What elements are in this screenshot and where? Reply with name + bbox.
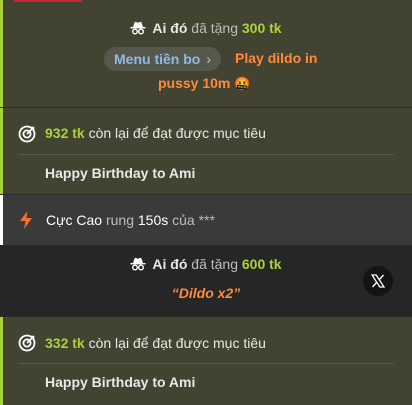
- tip-menu-button[interactable]: Menu tiền bo ›: [104, 47, 221, 71]
- x-logo-icon: [371, 274, 385, 288]
- vibration-line: Cực Cao rung 150s của ***: [46, 212, 215, 228]
- vibration-level: Cực Cao: [46, 212, 103, 228]
- vibration-message: Cực Cao rung 150s của ***: [0, 195, 412, 245]
- tip-header-1: Ai đó đã tặng 300 tk: [0, 20, 412, 38]
- tip-action-line2: pussy 10m: [158, 75, 231, 91]
- accent-bar: [0, 195, 3, 245]
- goal-message-1: 932 tk còn lại để đạt được mục tiêu Happ…: [0, 108, 412, 194]
- tip-sender: Ai đó: [152, 256, 188, 272]
- x-logo-button[interactable]: [363, 266, 393, 296]
- goal-line-1: 332 tk còn lại để đạt được mục tiêu: [45, 335, 266, 351]
- lightning-icon: [19, 211, 33, 232]
- vibration-user: ***: [198, 212, 215, 228]
- tip-message-1: Ai đó đã tặng 300 tk Menu tiền bo › Play …: [0, 0, 412, 107]
- target-icon: [18, 334, 36, 355]
- tip-action-line1: Play dildo in: [235, 50, 318, 66]
- tip-message-text: “Dildo x2”: [171, 285, 241, 301]
- tip-amount: 600 tk: [241, 256, 282, 272]
- accent-bar: [0, 108, 3, 194]
- goal-title: Happy Birthday to Ami: [45, 374, 196, 390]
- vibration-of: của: [172, 212, 195, 228]
- tip-message-2: Ai đó đã tặng 600 tk “Dildo x2”: [0, 246, 412, 316]
- tip-header-2: Ai đó đã tặng 600 tk: [0, 256, 412, 274]
- goal-remaining: 332 tk: [45, 335, 85, 351]
- divider: [18, 363, 394, 364]
- tip-verb: đã tặng: [191, 256, 238, 272]
- goal-remaining: 932 tk: [45, 125, 85, 141]
- target-icon: [18, 125, 36, 146]
- goal-message-2: 332 tk còn lại để đạt được mục tiêu Happ…: [0, 317, 412, 405]
- tip-sender: Ai đó: [152, 20, 188, 36]
- vibration-duration: 150s: [137, 212, 169, 228]
- tip-action-line2-wrap: pussy 10m 🤬: [158, 75, 250, 92]
- goal-title: Happy Birthday to Ami: [45, 165, 196, 181]
- goal-line-1: 932 tk còn lại để đạt được mục tiêu: [45, 125, 266, 141]
- incognito-icon: [130, 21, 146, 38]
- accent-bar: [0, 317, 3, 405]
- divider: [18, 154, 394, 155]
- top-red-line: [14, 0, 82, 2]
- vibration-verb: rung: [105, 212, 134, 228]
- incognito-icon: [130, 257, 146, 274]
- accent-bar: [0, 0, 3, 107]
- chevron-right-icon: ›: [206, 51, 211, 67]
- goal-text: còn lại để đạt được mục tiêu: [88, 335, 266, 351]
- tip-amount: 300 tk: [241, 20, 282, 36]
- tip-menu-label: Menu tiền bo: [114, 51, 201, 67]
- tip-verb: đã tặng: [191, 20, 238, 36]
- goal-text: còn lại để đạt được mục tiêu: [88, 125, 266, 141]
- angry-emoji: 🤬: [234, 76, 251, 91]
